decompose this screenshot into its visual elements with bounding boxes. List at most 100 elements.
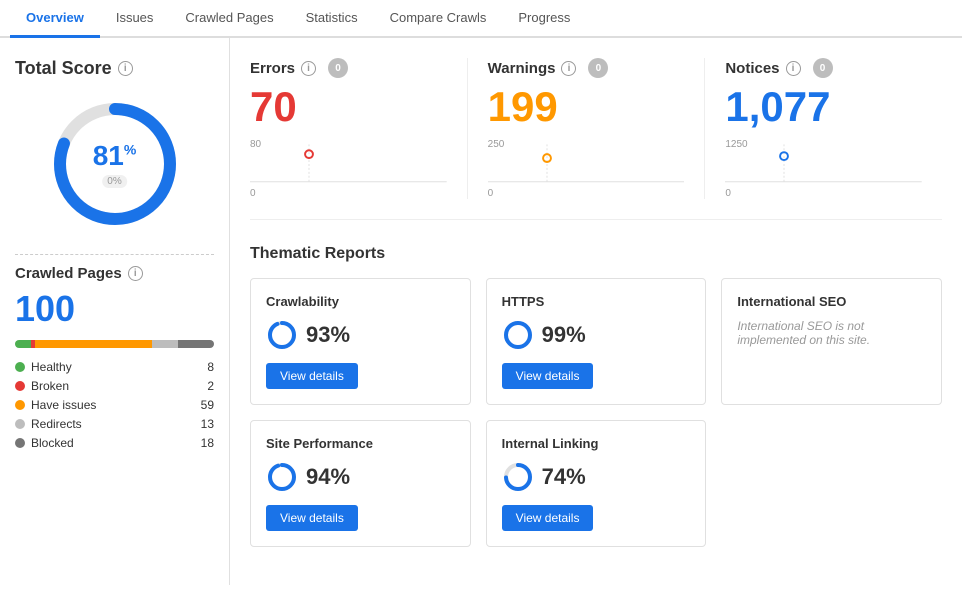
internal-linking-score: 74% — [502, 461, 691, 493]
tab-issues[interactable]: Issues — [100, 0, 170, 38]
crawlability-percent: 93% — [306, 322, 350, 348]
intl-seo-note: International SEO is not implemented on … — [737, 319, 926, 347]
site-performance-score: 94% — [266, 461, 455, 493]
errors-chart-top: 80 — [250, 139, 261, 150]
count-blocked: 18 — [201, 436, 214, 450]
count-issues: 59 — [201, 398, 214, 412]
tab-statistics[interactable]: Statistics — [290, 0, 374, 38]
metric-notices: Notices i 0 1,077 1250 0 — [704, 58, 942, 199]
legend-item-blocked: Blocked 18 — [15, 436, 214, 450]
site-performance-title: Site Performance — [266, 436, 455, 451]
count-redirects: 13 — [201, 417, 214, 431]
dot-issues — [15, 400, 25, 410]
tab-crawled-pages[interactable]: Crawled Pages — [169, 0, 289, 38]
total-score-heading: Total Score i — [15, 58, 214, 79]
pages-progress-bar — [15, 340, 214, 348]
pb-healthy — [15, 340, 31, 348]
warnings-value: 199 — [488, 83, 685, 131]
warnings-chart-top: 250 — [488, 139, 505, 150]
pb-blocked — [178, 340, 214, 348]
errors-badge: 0 — [328, 58, 348, 78]
errors-info-icon[interactable]: i — [301, 61, 316, 76]
legend-list: Healthy 8 Broken 2 Have issues 59 — [15, 360, 214, 450]
metrics-row: Errors i 0 70 80 0 Warn — [250, 58, 942, 220]
notices-title: Notices i 0 — [725, 58, 922, 78]
site-performance-donut — [266, 461, 298, 493]
pb-issues — [35, 340, 152, 348]
dot-broken — [15, 381, 25, 391]
total-score-label: Total Score — [15, 58, 112, 79]
errors-chart-svg — [250, 139, 447, 189]
count-broken: 2 — [207, 379, 214, 393]
errors-chart: 80 0 — [250, 139, 447, 199]
dot-blocked — [15, 438, 25, 448]
notices-info-icon[interactable]: i — [786, 61, 801, 76]
tab-overview[interactable]: Overview — [10, 0, 100, 38]
legend-item-broken: Broken 2 — [15, 379, 214, 393]
card-site-performance: Site Performance 94% View details — [250, 420, 471, 547]
notices-value: 1,077 — [725, 83, 922, 131]
label-broken: Broken — [31, 379, 69, 393]
panel-divider — [15, 254, 214, 255]
tab-progress[interactable]: Progress — [502, 0, 586, 38]
crawlability-donut — [266, 319, 298, 351]
crawlability-score: 93% — [266, 319, 455, 351]
crawlability-title: Crawlability — [266, 294, 455, 309]
main-content: Total Score i 81% 0% — [0, 38, 962, 585]
warnings-chart: 250 0 — [488, 139, 685, 199]
dot-redirects — [15, 419, 25, 429]
https-percent: 99% — [542, 322, 586, 348]
metric-warnings: Warnings i 0 199 250 0 — [467, 58, 705, 199]
internal-linking-title: Internal Linking — [502, 436, 691, 451]
metric-errors: Errors i 0 70 80 0 — [250, 58, 467, 199]
score-donut-chart: 81% 0% — [15, 94, 214, 234]
legend-item-healthy: Healthy 8 — [15, 360, 214, 374]
crawlability-view-details-button[interactable]: View details — [266, 363, 358, 389]
site-performance-percent: 94% — [306, 464, 350, 490]
legend-item-issues: Have issues 59 — [15, 398, 214, 412]
internal-linking-view-details-button[interactable]: View details — [502, 505, 594, 531]
left-panel: Total Score i 81% 0% — [0, 38, 230, 585]
label-healthy: Healthy — [31, 360, 72, 374]
label-issues: Have issues — [31, 398, 96, 412]
https-title: HTTPS — [502, 294, 691, 309]
https-score: 99% — [502, 319, 691, 351]
https-donut — [502, 319, 534, 351]
notices-chart: 1250 0 — [725, 139, 922, 199]
card-https: HTTPS 99% View details — [486, 278, 707, 405]
label-redirects: Redirects — [31, 417, 82, 431]
score-percent: 81% — [93, 140, 137, 172]
legend-item-redirects: Redirects 13 — [15, 417, 214, 431]
pb-redirects — [152, 340, 178, 348]
crawled-pages-label: Crawled Pages — [15, 265, 122, 282]
warnings-title: Warnings i 0 — [488, 58, 685, 78]
crawled-pages-info-icon[interactable]: i — [128, 266, 143, 281]
tab-bar: Overview Issues Crawled Pages Statistics… — [0, 0, 962, 38]
warnings-chart-svg — [488, 139, 685, 189]
score-sub: 0% — [102, 175, 126, 188]
notices-chart-top: 1250 — [725, 139, 747, 150]
errors-label: Errors — [250, 60, 295, 77]
crawled-pages-heading: Crawled Pages i — [15, 265, 214, 282]
errors-value: 70 — [250, 83, 447, 131]
site-performance-view-details-button[interactable]: View details — [266, 505, 358, 531]
count-healthy: 8 — [207, 360, 214, 374]
internal-linking-donut — [502, 461, 534, 493]
warnings-chart-bottom: 0 — [488, 188, 494, 199]
errors-chart-bottom: 0 — [250, 188, 256, 199]
thematic-grid: Crawlability 93% View details HTTPS — [250, 278, 942, 547]
warnings-info-icon[interactable]: i — [561, 61, 576, 76]
thematic-title: Thematic Reports — [250, 245, 942, 263]
right-panel: Errors i 0 70 80 0 Warn — [230, 38, 962, 585]
warnings-badge: 0 — [588, 58, 608, 78]
notices-label: Notices — [725, 60, 779, 77]
notices-badge: 0 — [813, 58, 833, 78]
tab-compare-crawls[interactable]: Compare Crawls — [374, 0, 503, 38]
https-view-details-button[interactable]: View details — [502, 363, 594, 389]
total-score-info-icon[interactable]: i — [118, 61, 133, 76]
card-internal-linking: Internal Linking 74% View details — [486, 420, 707, 547]
warnings-label: Warnings — [488, 60, 556, 77]
dot-healthy — [15, 362, 25, 372]
label-blocked: Blocked — [31, 436, 74, 450]
crawled-pages-count: 100 — [15, 288, 214, 330]
